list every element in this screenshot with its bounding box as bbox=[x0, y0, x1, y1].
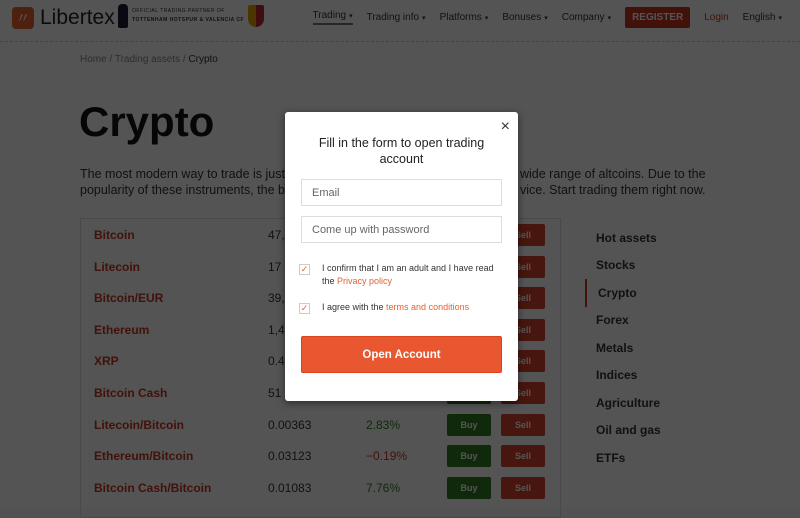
sidebar-item[interactable]: Indices bbox=[585, 362, 661, 390]
password-input[interactable] bbox=[301, 216, 502, 243]
header: 〃 Libertex OFFICIAL TRADING PARTNER OF TO… bbox=[0, 0, 800, 42]
asset-price: 0.03123 bbox=[268, 449, 312, 464]
asset-price: 0.01083 bbox=[268, 480, 312, 495]
asset-name-link[interactable]: Ethereum bbox=[94, 323, 149, 337]
nav-bonuses[interactable]: Bonuses ▾ bbox=[502, 12, 547, 23]
asset-change: 2.83% bbox=[366, 417, 401, 432]
nav-trading-info[interactable]: Trading info ▾ bbox=[367, 12, 426, 23]
breadcrumb-trading-assets[interactable]: Trading assets bbox=[115, 54, 180, 65]
sidebar-item[interactable]: Stocks bbox=[585, 252, 661, 280]
intro-line: vice. Start trading them right now. bbox=[520, 183, 706, 197]
sidebar-item[interactable]: Metals bbox=[585, 334, 661, 362]
libertex-logo-icon: 〃 bbox=[12, 7, 34, 29]
partner-line: TOTTENHAM HOTSPUR & VALENCIA CF bbox=[132, 17, 245, 23]
close-icon[interactable]: × bbox=[501, 118, 510, 136]
asset-name-link[interactable]: Bitcoin Cash bbox=[94, 386, 167, 400]
nav-company[interactable]: Company ▾ bbox=[562, 12, 611, 23]
nav-trading[interactable]: Trading ▾ bbox=[312, 9, 353, 25]
caret-down-icon: ▾ bbox=[422, 14, 426, 22]
asset-category-sidebar: Hot assets Stocks Crypto Forex Metals Indices… bbox=[585, 224, 661, 472]
asset-price: 0.4 bbox=[268, 354, 285, 369]
terms-link[interactable]: terms and conditions bbox=[386, 302, 469, 312]
nav-label: Trading bbox=[312, 9, 347, 21]
caret-down-icon: ▾ bbox=[484, 14, 489, 22]
table-row: Ethereum/Bitcoin 0.03123 −0.19% Buy Sell bbox=[81, 444, 561, 468]
privacy-policy-link[interactable]: Privacy policy bbox=[337, 276, 392, 286]
sell-button[interactable]: Sell bbox=[501, 413, 545, 436]
caret-down-icon: ▾ bbox=[607, 14, 612, 22]
table-row: Litecoin/Bitcoin 0.00363 2.83% Buy Sell bbox=[81, 413, 561, 437]
asset-price: 1,4 bbox=[268, 322, 285, 337]
buy-button[interactable]: Buy bbox=[447, 445, 491, 468]
partner-line: OFFICIAL TRADING PARTNER OF bbox=[132, 8, 225, 14]
nav-label: Bonuses bbox=[502, 11, 542, 23]
valencia-crest-icon bbox=[248, 5, 265, 27]
language-label: English bbox=[742, 11, 776, 23]
page-title: Crypto bbox=[79, 98, 215, 145]
sell-button[interactable]: Sell bbox=[501, 476, 545, 499]
asset-name-link[interactable]: Bitcoin Cash/Bitcoin bbox=[94, 481, 211, 495]
asset-price: 17 bbox=[268, 259, 282, 274]
confirm-adult-label: I confirm that I am an adult and I have … bbox=[322, 262, 507, 288]
open-account-modal: × Fill in the form to open trading accou… bbox=[285, 112, 518, 401]
tottenham-crest-icon bbox=[118, 4, 128, 28]
asset-name-link[interactable]: Litecoin/Bitcoin bbox=[94, 418, 184, 432]
agree-terms-label: I agree with the terms and conditions bbox=[322, 301, 507, 314]
intro-line: wide range of altcoins. Due to the bbox=[520, 167, 706, 181]
asset-change: −0.19% bbox=[366, 449, 408, 464]
modal-title: Fill in the form to open trading account bbox=[318, 136, 485, 166]
breadcrumb-current: Crypto bbox=[188, 54, 218, 65]
breadcrumb: Home / Trading assets / Crypto bbox=[80, 54, 218, 65]
asset-name-link[interactable]: Bitcoin bbox=[94, 228, 135, 242]
buy-button[interactable]: Buy bbox=[447, 476, 491, 499]
sidebar-item[interactable]: Agriculture bbox=[585, 389, 661, 417]
main-nav: Trading ▾ Trading info ▾ Platforms ▾ Bonuse… bbox=[312, 0, 782, 34]
agree-terms-checkbox[interactable]: ✓ bbox=[299, 303, 310, 314]
login-link[interactable]: Login bbox=[704, 12, 728, 23]
sidebar-item[interactable]: Hot assets bbox=[585, 224, 661, 252]
confirm-adult-checkbox[interactable]: ✓ bbox=[299, 264, 310, 275]
asset-name-link[interactable]: XRP bbox=[94, 354, 119, 368]
asset-name-link[interactable]: Ethereum/Bitcoin bbox=[94, 449, 193, 463]
sidebar-item[interactable]: ETFs bbox=[585, 444, 661, 472]
asset-price: 47, bbox=[268, 228, 285, 242]
asset-price: 0.00363 bbox=[268, 417, 312, 432]
asset-change: 7.76% bbox=[366, 480, 401, 495]
buy-button[interactable]: Buy bbox=[447, 413, 491, 436]
sell-button[interactable]: Sell bbox=[501, 445, 545, 468]
open-account-button[interactable]: Open Account bbox=[301, 336, 502, 373]
caret-down-icon: ▾ bbox=[349, 12, 353, 20]
nav-label: Company bbox=[561, 11, 605, 23]
nav-label: Trading info bbox=[366, 11, 420, 23]
caret-down-icon: ▾ bbox=[544, 14, 548, 22]
table-row: Bitcoin Cash/Bitcoin 0.01083 7.76% Buy S… bbox=[81, 476, 561, 500]
nav-label: Platforms bbox=[439, 11, 482, 23]
asset-name-link[interactable]: Litecoin bbox=[94, 260, 140, 274]
libertex-logo[interactable]: 〃 Libertex bbox=[12, 6, 115, 30]
sidebar-item[interactable]: Forex bbox=[585, 307, 661, 335]
sidebar-item[interactable]: Oil and gas bbox=[585, 417, 661, 445]
asset-price: 39, bbox=[268, 291, 285, 306]
agree-text: I agree with the bbox=[322, 302, 387, 312]
language-select[interactable]: English ▾ bbox=[743, 12, 782, 23]
partner-badge: OFFICIAL TRADING PARTNER OF TOTTENHAM HOT… bbox=[118, 4, 265, 28]
nav-platforms[interactable]: Platforms ▾ bbox=[440, 12, 489, 23]
breadcrumb-home[interactable]: Home bbox=[80, 54, 107, 65]
intro-line: popularity of these instruments, the br bbox=[80, 183, 290, 197]
asset-price: 51 bbox=[268, 386, 282, 400]
caret-down-icon: ▾ bbox=[778, 14, 782, 22]
intro-line: The most modern way to trade is just c bbox=[80, 167, 295, 181]
asset-name-link[interactable]: Bitcoin/EUR bbox=[94, 291, 163, 305]
email-input[interactable] bbox=[301, 179, 502, 206]
logo-text: Libertex bbox=[40, 6, 115, 29]
register-button[interactable]: REGISTER bbox=[625, 6, 691, 28]
sidebar-item[interactable]: Crypto bbox=[585, 279, 661, 307]
